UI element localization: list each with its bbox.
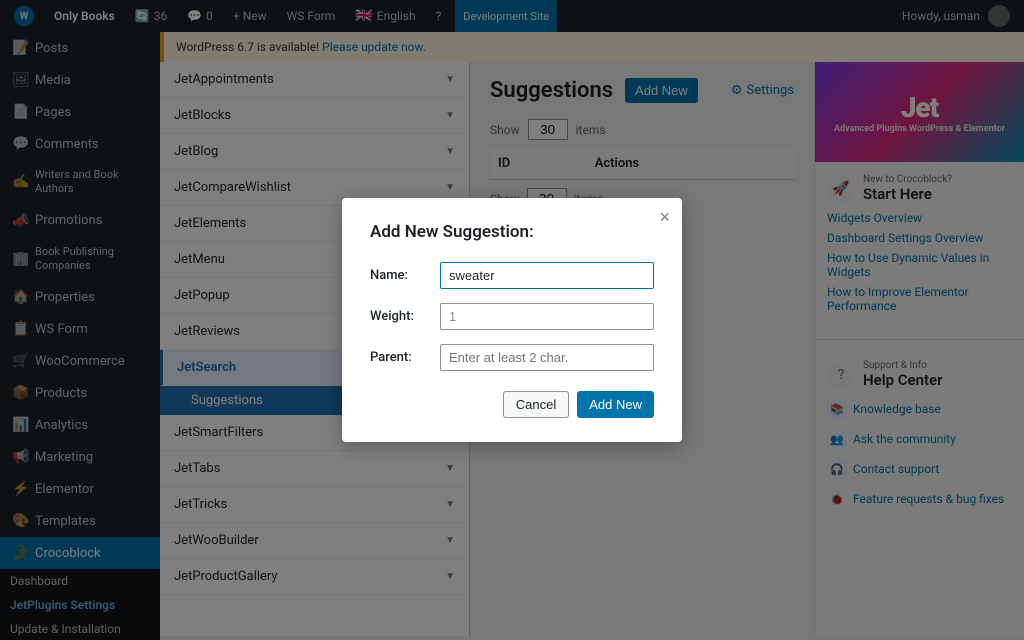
add-new-modal-button[interactable]: Add New — [577, 391, 654, 418]
name-field-row: Name: — [370, 262, 654, 289]
modal-close-button[interactable]: × — [659, 208, 670, 226]
parent-label: Parent: — [370, 350, 440, 365]
modal-title: Add New Suggestion: — [370, 222, 654, 242]
parent-input[interactable] — [440, 344, 654, 371]
name-input[interactable] — [440, 262, 654, 289]
parent-field-row: Parent: — [370, 344, 654, 371]
weight-input[interactable] — [440, 303, 654, 330]
modal-buttons: Cancel Add New — [370, 391, 654, 418]
name-label: Name: — [370, 268, 440, 283]
modal-overlay[interactable]: × Add New Suggestion: Name: Weight: Pare… — [0, 0, 1024, 640]
weight-label: Weight: — [370, 309, 440, 324]
weight-field-row: Weight: — [370, 303, 654, 330]
cancel-button[interactable]: Cancel — [503, 391, 569, 418]
add-suggestion-modal: × Add New Suggestion: Name: Weight: Pare… — [342, 198, 682, 442]
